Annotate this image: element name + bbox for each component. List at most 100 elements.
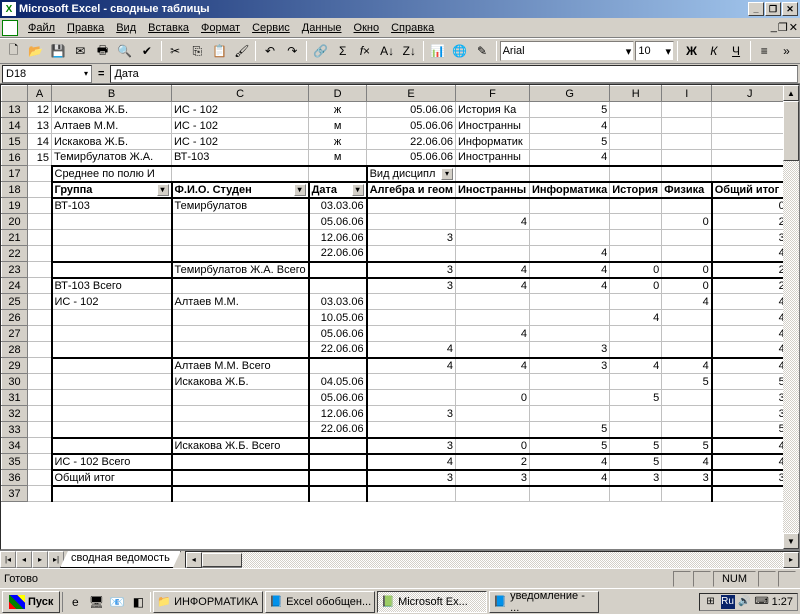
- cell[interactable]: 10.05.06: [309, 310, 367, 326]
- cell[interactable]: [662, 246, 712, 262]
- cell[interactable]: [172, 230, 309, 246]
- cell[interactable]: [52, 342, 172, 358]
- col-header[interactable]: J: [712, 86, 788, 102]
- cell[interactable]: Искакова Ж.Б.: [172, 374, 309, 390]
- cell[interactable]: [28, 358, 52, 374]
- row-header[interactable]: 16: [2, 150, 28, 166]
- cell[interactable]: [530, 294, 610, 310]
- cell[interactable]: [367, 198, 456, 214]
- cell[interactable]: [309, 278, 367, 294]
- start-button[interactable]: Пуск: [2, 591, 60, 613]
- cell[interactable]: 15: [28, 150, 52, 166]
- ql-ie-icon[interactable]: e: [65, 592, 85, 612]
- sum-icon[interactable]: Σ: [332, 40, 353, 62]
- cell[interactable]: Информатик: [456, 134, 530, 150]
- cell[interactable]: 4: [662, 294, 712, 310]
- cell[interactable]: 3: [712, 390, 788, 406]
- cell[interactable]: ИС - 102 Всего: [52, 454, 172, 470]
- cell[interactable]: 4: [712, 310, 788, 326]
- scroll-track[interactable]: [783, 161, 799, 533]
- cell[interactable]: Алтаев М.М.: [172, 294, 309, 310]
- cell[interactable]: 3: [367, 470, 456, 486]
- cell[interactable]: 4: [530, 118, 610, 134]
- row-header[interactable]: 31: [2, 390, 28, 406]
- dropdown-icon[interactable]: ▾: [352, 184, 364, 196]
- cell[interactable]: Общий итог: [52, 470, 172, 486]
- row-header[interactable]: 20: [2, 214, 28, 230]
- cell[interactable]: ВТ-103: [52, 198, 172, 214]
- cell[interactable]: [456, 198, 530, 214]
- row-header[interactable]: 32: [2, 406, 28, 422]
- cell[interactable]: 2: [712, 278, 788, 294]
- cell[interactable]: 05.06.06: [367, 118, 456, 134]
- cell[interactable]: 4: [610, 358, 662, 374]
- cell[interactable]: 3: [367, 230, 456, 246]
- pivot-field[interactable]: Группа▾: [52, 182, 172, 198]
- cell[interactable]: [367, 214, 456, 230]
- cell[interactable]: [712, 150, 788, 166]
- col-header[interactable]: A: [28, 86, 52, 102]
- cell[interactable]: 4: [712, 438, 788, 454]
- cell[interactable]: 3: [712, 230, 788, 246]
- cell[interactable]: [610, 374, 662, 390]
- cell[interactable]: [309, 438, 367, 454]
- cell[interactable]: 4: [530, 470, 610, 486]
- cell[interactable]: 4: [530, 278, 610, 294]
- cell[interactable]: 4: [367, 454, 456, 470]
- cell[interactable]: [367, 294, 456, 310]
- cell[interactable]: [662, 326, 712, 342]
- cell[interactable]: 0: [610, 278, 662, 294]
- cell[interactable]: 0: [712, 198, 788, 214]
- vertical-scrollbar[interactable]: ▲ ▼: [783, 85, 799, 549]
- cell[interactable]: 3: [367, 406, 456, 422]
- cell[interactable]: 22.06.06: [309, 342, 367, 358]
- cell[interactable]: 2: [712, 214, 788, 230]
- cell[interactable]: [662, 422, 712, 438]
- chart-icon[interactable]: 📊: [427, 40, 448, 62]
- cell[interactable]: [28, 454, 52, 470]
- cell[interactable]: 05.06.06: [309, 214, 367, 230]
- cell[interactable]: ж: [309, 102, 367, 118]
- cell[interactable]: 5: [712, 422, 788, 438]
- cell[interactable]: [28, 166, 52, 182]
- cell[interactable]: 0: [456, 438, 530, 454]
- cell[interactable]: [28, 374, 52, 390]
- cell[interactable]: 05.06.06: [367, 150, 456, 166]
- cell[interactable]: [309, 358, 367, 374]
- cell[interactable]: 14: [28, 134, 52, 150]
- cell[interactable]: 4: [456, 262, 530, 278]
- cell[interactable]: [52, 310, 172, 326]
- spell-icon[interactable]: ✔: [136, 40, 157, 62]
- new-icon[interactable]: 🗋: [3, 40, 24, 62]
- italic-icon[interactable]: К: [703, 40, 724, 62]
- map-icon[interactable]: 🌐: [449, 40, 470, 62]
- doc-restore-button[interactable]: ❐: [778, 21, 788, 34]
- cell[interactable]: 4: [712, 342, 788, 358]
- cell[interactable]: 22.06.06: [309, 422, 367, 438]
- row-header[interactable]: 13: [2, 102, 28, 118]
- cell[interactable]: [52, 214, 172, 230]
- cell[interactable]: [610, 150, 662, 166]
- cell[interactable]: 12.06.06: [309, 406, 367, 422]
- tray-icon[interactable]: 🔊: [738, 595, 752, 609]
- cell[interactable]: [610, 326, 662, 342]
- drawing-icon[interactable]: ✎: [471, 40, 492, 62]
- cell[interactable]: [28, 246, 52, 262]
- cell[interactable]: 5: [530, 102, 610, 118]
- col-header[interactable]: D: [309, 86, 367, 102]
- cell[interactable]: [172, 278, 309, 294]
- cell[interactable]: [28, 198, 52, 214]
- cell[interactable]: ИС - 102: [172, 118, 309, 134]
- cell[interactable]: [28, 182, 52, 198]
- cell[interactable]: Алтаев М.М.: [52, 118, 172, 134]
- cell[interactable]: [28, 342, 52, 358]
- cell[interactable]: [530, 486, 610, 502]
- taskbar-item[interactable]: 📗Microsoft Ex...: [377, 591, 487, 613]
- col-header[interactable]: E: [367, 86, 456, 102]
- cell[interactable]: [52, 486, 172, 502]
- row-header[interactable]: 29: [2, 358, 28, 374]
- doc-close-button[interactable]: ✕: [789, 21, 798, 34]
- cell[interactable]: [456, 374, 530, 390]
- cell[interactable]: 05.06.06: [309, 326, 367, 342]
- cell[interactable]: [610, 486, 662, 502]
